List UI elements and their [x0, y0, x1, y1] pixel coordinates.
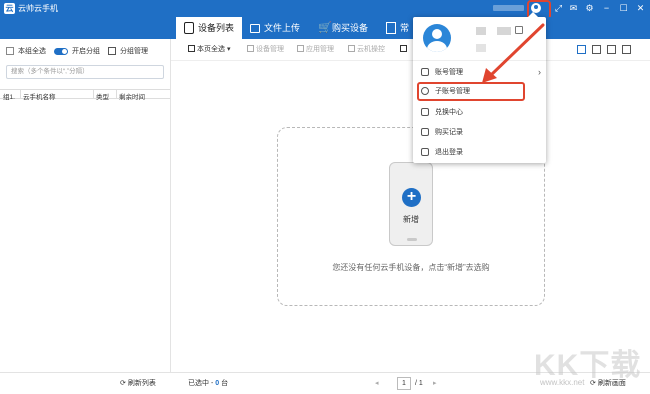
page-select-all[interactable]: 本页全选 ▾: [188, 45, 230, 55]
maximize-icon[interactable]: ☐: [617, 2, 630, 15]
empty-state-text: 您还没有任何云手机设备，点击“新增”去选购: [332, 263, 490, 272]
device-toolbar: 本页全选 ▾ 设备管理 应用管理 云机操控: [171, 39, 650, 61]
cloud-control-button[interactable]: 云机操控: [348, 45, 385, 55]
app-manage-icon: [297, 45, 304, 52]
left-panel: 本组全选 开启分组 分组管理 搜索（多个条件以“,”分隔） 组1. 云手机名称 …: [0, 39, 171, 372]
selected-count: 0: [215, 380, 220, 387]
select-all-label: 本组全选: [18, 48, 46, 55]
checkbox-icon: [188, 45, 195, 52]
refresh-icon: ⟳: [120, 380, 126, 387]
page-select-label: 本页全选: [197, 46, 225, 53]
profile-header: [413, 17, 546, 61]
watermark-url: www.kkx.net: [540, 378, 585, 387]
tab-buy-device[interactable]: 🛒 购买设备: [310, 17, 378, 39]
group-manage-icon: [108, 47, 116, 55]
more-tool-icon[interactable]: [400, 45, 409, 55]
app-manage-label: 应用管理: [306, 46, 334, 53]
logout-icon: [421, 148, 429, 156]
column-header[interactable]: 组1.: [3, 91, 15, 101]
close-icon[interactable]: ✕: [634, 2, 647, 15]
folder-icon: [250, 24, 260, 33]
gear-icon[interactable]: ⚙: [583, 2, 596, 15]
menu-item-sub-account-manage[interactable]: 子账号管理: [417, 82, 525, 101]
title-bar: 云 云帅云手机 ⤢ ✉ ⚙ − ☐ ✕: [0, 0, 650, 17]
add-device-card[interactable]: + 新增: [389, 162, 433, 246]
menu-item-label: 子账号管理: [435, 88, 470, 95]
userid-blurred: [476, 44, 486, 52]
app-logo: 云: [4, 3, 15, 14]
device-manage-icon: [247, 45, 254, 52]
plus-icon: +: [402, 188, 421, 207]
tab-label: 设备列表: [198, 23, 235, 33]
refresh-list-button[interactable]: ⟳ 刷新列表: [120, 379, 156, 389]
column-header[interactable]: 剩余时间: [119, 91, 145, 101]
ticket-icon: [421, 108, 429, 116]
view-mode-dropdown-icon[interactable]: [622, 45, 631, 54]
page-number-input[interactable]: 1: [397, 377, 411, 390]
selected-count-text: 已选中 - 0 台: [188, 379, 228, 389]
left-header-bar: [0, 17, 171, 39]
selected-unit: 台: [221, 380, 229, 387]
menu-item-purchase-records[interactable]: 购买记录: [413, 123, 546, 142]
window-title: 云帅云手机: [18, 4, 58, 13]
view-grid-icon[interactable]: [592, 45, 601, 54]
tab-label: 购买设备: [332, 23, 369, 33]
tab-bar: 设备列表 文件上传 🛒 购买设备 常: [171, 17, 650, 39]
account-icon: [421, 68, 429, 76]
menu-item-label: 兑换中心: [435, 109, 463, 116]
user-icon: [421, 87, 429, 95]
add-device-label: 新增: [403, 215, 419, 224]
select-all-checkbox[interactable]: [6, 47, 14, 55]
tab-label: 常: [400, 23, 410, 33]
list-icon: [386, 22, 396, 34]
screenshot-icon[interactable]: ⤢: [552, 2, 565, 15]
column-header[interactable]: 类型: [96, 91, 109, 101]
menu-item-label: 账号管理: [435, 69, 463, 76]
cloud-control-label: 云机操控: [357, 46, 385, 53]
group-manage-button[interactable]: 分组管理: [120, 46, 148, 56]
tab-file-upload[interactable]: 文件上传: [242, 17, 310, 39]
chevron-right-icon: ›: [538, 67, 541, 77]
tab-common[interactable]: 常: [378, 17, 418, 39]
edit-icon[interactable]: [515, 26, 523, 34]
next-page-icon[interactable]: ▸: [433, 379, 437, 389]
view-list-icon[interactable]: [607, 45, 616, 54]
account-dropdown-menu: 账号管理 › 子账号管理 兑换中心 购买记录 退出登录: [413, 12, 546, 163]
device-table-header: 组1. 云手机名称 类型 剩余时间: [0, 89, 170, 101]
menu-item-label: 购买记录: [435, 129, 463, 136]
mail-icon[interactable]: ✉: [567, 2, 580, 15]
selected-prefix: 已选中 -: [188, 380, 214, 387]
refresh-list-label: 刷新列表: [127, 380, 156, 387]
minimize-icon[interactable]: −: [600, 2, 613, 15]
username-blurred: [497, 27, 511, 35]
menu-item-redeem-center[interactable]: 兑换中心: [413, 103, 546, 122]
username-blurred: [493, 5, 524, 11]
menu-item-account-manage[interactable]: 账号管理 ›: [413, 63, 546, 82]
prev-page-icon[interactable]: ◂: [375, 379, 379, 389]
search-input[interactable]: 搜索（多个条件以“,”分隔）: [6, 65, 164, 79]
column-header[interactable]: 云手机名称: [23, 91, 56, 101]
username-blurred: [476, 27, 486, 35]
menu-item-logout[interactable]: 退出登录: [413, 143, 546, 162]
phone-icon: [184, 22, 194, 34]
document-icon: [421, 128, 429, 136]
home-bar: [407, 238, 417, 241]
app-manage-button[interactable]: 应用管理: [297, 45, 334, 55]
menu-item-label: 退出登录: [435, 149, 463, 156]
user-avatar[interactable]: [423, 24, 451, 52]
view-single-icon[interactable]: [577, 45, 586, 54]
cloud-control-icon: [348, 45, 355, 52]
group-toggle-label: 开启分组: [72, 48, 100, 55]
tab-device-list[interactable]: 设备列表: [176, 17, 242, 39]
device-manage-button[interactable]: 设备管理: [247, 45, 284, 55]
tab-label: 文件上传: [264, 23, 301, 33]
group-toggle[interactable]: [54, 47, 68, 55]
device-manage-label: 设备管理: [256, 46, 284, 53]
cart-icon: 🛒: [318, 22, 332, 34]
page-total: / 1: [415, 380, 423, 387]
